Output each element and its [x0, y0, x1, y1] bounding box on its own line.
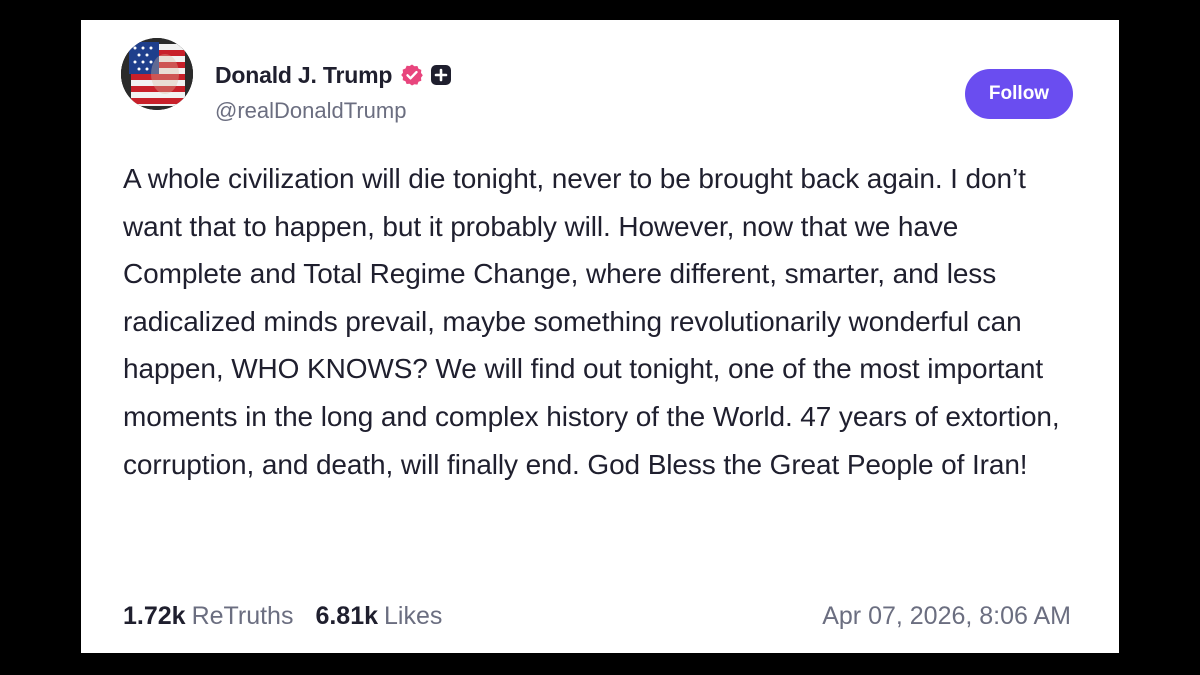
author-handle[interactable]: @realDonaldTrump [215, 98, 406, 124]
retruths-count: 1.72k [123, 601, 186, 630]
follow-button[interactable]: Follow [965, 69, 1073, 119]
author-name-row: Donald J. Trump [215, 60, 452, 90]
flag-face-avatar-icon [121, 38, 193, 110]
post-header: Donald J. Trump @realDonaldTrump Follow [121, 38, 1073, 123]
likes-count: 6.81k [315, 601, 379, 630]
post-text: A whole civilization will die tonight, n… [123, 163, 1060, 480]
likes-stat[interactable]: 6.81k Likes [315, 602, 442, 631]
retruths-label: ReTruths [191, 601, 294, 630]
verified-badge-icon [400, 63, 424, 87]
author-display-name[interactable]: Donald J. Trump [215, 62, 392, 89]
retruths-stat[interactable]: 1.72k ReTruths [123, 602, 293, 631]
post-timestamp[interactable]: Apr 07, 2026, 8:06 AM [822, 596, 1071, 636]
plus-badge-icon [430, 64, 452, 86]
post-card: Donald J. Trump @realDonaldTrump Follow … [81, 20, 1119, 653]
avatar[interactable] [121, 38, 193, 110]
post-stats: 1.72k ReTruths 6.81k Likes [123, 596, 464, 636]
likes-label: Likes [384, 601, 443, 630]
